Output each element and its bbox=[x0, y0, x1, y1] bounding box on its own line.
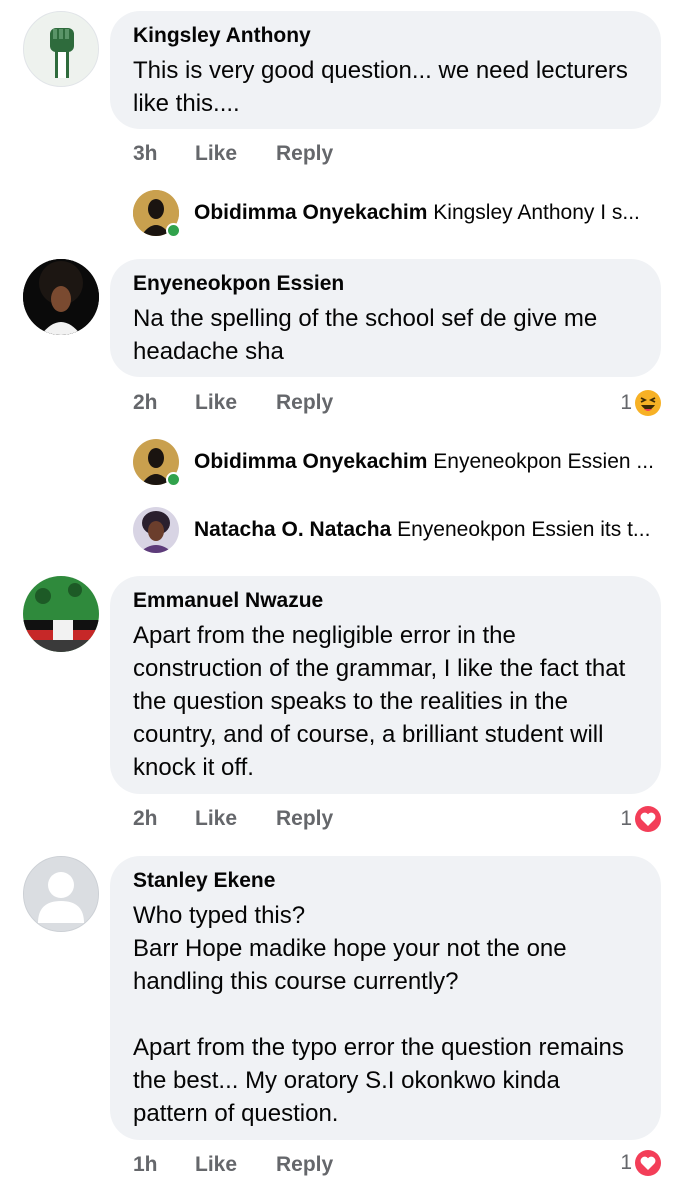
reply-author[interactable]: Natacha O. Natacha bbox=[194, 518, 391, 541]
online-status-indicator bbox=[166, 472, 181, 487]
reply-snippet: Enyeneokpon Essien ... bbox=[433, 450, 654, 473]
love-heart-icon bbox=[635, 1150, 661, 1176]
reply-author[interactable]: Obidimma Onyekachim bbox=[194, 201, 427, 224]
comment-time[interactable]: 2h bbox=[133, 391, 158, 415]
reaction-summary[interactable]: 1 bbox=[580, 1149, 662, 1177]
avatar-emmanuel-nwazue[interactable] bbox=[23, 576, 99, 652]
comment-time[interactable]: 3h bbox=[133, 142, 158, 166]
comment-text: Na the spelling of the school sef de giv… bbox=[133, 305, 598, 365]
comment-author[interactable]: Stanley Ekene bbox=[133, 868, 639, 894]
reply-button[interactable]: Reply bbox=[276, 1153, 333, 1177]
reaction-count: 1 bbox=[620, 391, 632, 414]
like-button[interactable]: Like bbox=[195, 1153, 237, 1177]
default-user-icon bbox=[24, 857, 98, 931]
comment-bubble[interactable]: Kingsley Anthony This is very good quest… bbox=[110, 11, 661, 129]
comment-bubble[interactable]: Stanley Ekene Who typed this? Barr Hope … bbox=[110, 856, 661, 1140]
reply-preview[interactable]: Obidimma Onyekachim Kingsley Anthony I s… bbox=[133, 190, 663, 238]
avatar-enyeneokpon-essien[interactable] bbox=[23, 259, 99, 335]
like-button[interactable]: Like bbox=[195, 807, 237, 831]
reply-button[interactable]: Reply bbox=[276, 142, 333, 166]
comment-author[interactable]: Emmanuel Nwazue bbox=[133, 588, 639, 614]
reply-button[interactable]: Reply bbox=[276, 807, 333, 831]
comment-author[interactable]: Kingsley Anthony bbox=[133, 23, 639, 49]
comment-time[interactable]: 1h bbox=[133, 1153, 158, 1177]
avatar-kingsley-anthony[interactable] bbox=[23, 11, 99, 87]
comment-actions: 2h Like Reply bbox=[133, 391, 433, 417]
comment-bubble[interactable]: Enyeneokpon Essien Na the spelling of th… bbox=[110, 259, 661, 377]
avatar-natacha-o-natacha[interactable] bbox=[133, 507, 179, 553]
comment-time[interactable]: 2h bbox=[133, 807, 158, 831]
laughing-emoji-icon bbox=[635, 390, 661, 416]
comment-text: Apart from the negligible error in the c… bbox=[133, 622, 626, 781]
reply-button[interactable]: Reply bbox=[276, 391, 333, 415]
reply-preview[interactable]: Natacha O. Natacha Enyeneokpon Essien it… bbox=[133, 507, 663, 555]
reply-snippet: Kingsley Anthony I s... bbox=[433, 201, 640, 224]
reply-snippet: Enyeneokpon Essien its t... bbox=[397, 518, 651, 541]
comment-actions: 2h Like Reply bbox=[133, 807, 433, 833]
reaction-count: 1 bbox=[620, 807, 632, 830]
comment-bubble[interactable]: Emmanuel Nwazue Apart from the negligibl… bbox=[110, 576, 661, 794]
reaction-summary[interactable]: 1 bbox=[580, 389, 662, 419]
like-button[interactable]: Like bbox=[195, 391, 237, 415]
comment-text: Who typed this? Barr Hope madike hope yo… bbox=[133, 902, 624, 1127]
comment-author[interactable]: Enyeneokpon Essien bbox=[133, 271, 639, 297]
comment-actions: 1h Like Reply bbox=[133, 1153, 433, 1177]
reply-preview[interactable]: Obidimma Onyekachim Enyeneokpon Essien .… bbox=[133, 439, 663, 487]
avatar-stanley-ekene[interactable] bbox=[23, 856, 99, 932]
like-button[interactable]: Like bbox=[195, 142, 237, 166]
online-status-indicator bbox=[166, 223, 181, 238]
reaction-summary[interactable]: 1 bbox=[580, 805, 662, 835]
comment-actions: 3h Like Reply bbox=[133, 142, 433, 168]
comment-text: This is very good question... we need le… bbox=[133, 57, 628, 117]
reaction-count: 1 bbox=[620, 1151, 632, 1174]
reply-author[interactable]: Obidimma Onyekachim bbox=[194, 450, 427, 473]
love-heart-icon bbox=[635, 806, 661, 832]
